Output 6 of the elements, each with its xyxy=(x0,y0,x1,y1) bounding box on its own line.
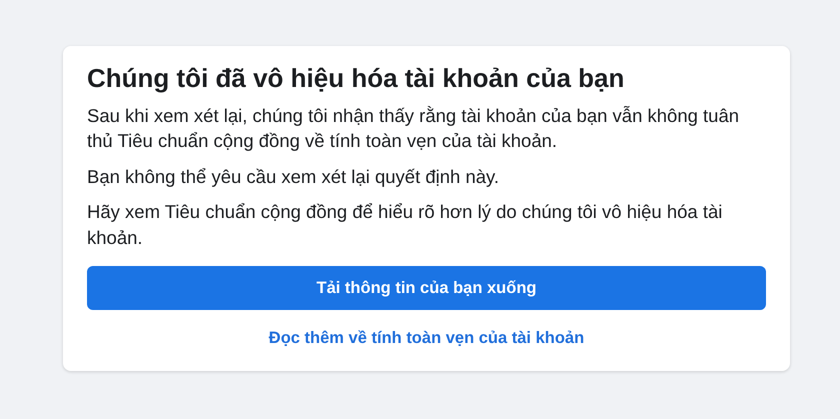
message-text: Hãy xem Tiêu chuẩn cộng đồng để hiểu rõ hơn lý do chúng tôi vô hiệu hóa tài khoản. xyxy=(87,200,724,250)
dialog-title: Chúng tôi đã vô hiệu hóa tài khoản của bạn xyxy=(87,62,626,94)
message-text: Bạn không thể yêu cầu xem xét lại quyết định này. xyxy=(87,164,500,189)
download-button[interactable]: Tải thông tin của bạn xuống xyxy=(87,266,766,310)
learn-more-link[interactable]: Đọc thêm về tính toàn vẹn của tài khoản xyxy=(268,329,584,348)
message-text: Sau khi xem xét lại, chúng tôi nhận thấy rằng tài khoản của bạn vẫn không tuân thủ Tiêu chuẩn cộng đồng về tính toàn vẹn của tài khoản. xyxy=(87,104,740,154)
